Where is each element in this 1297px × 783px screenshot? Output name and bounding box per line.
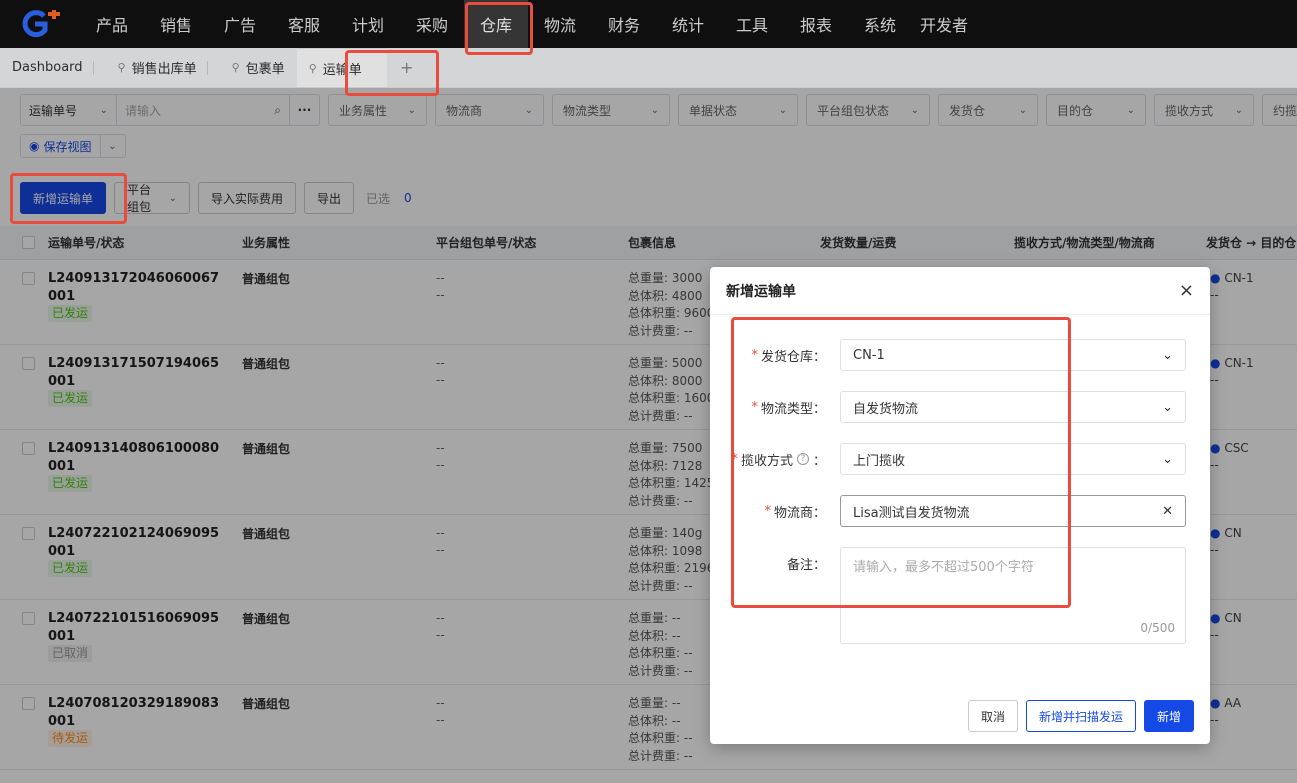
highlight-add-button <box>10 173 127 224</box>
cancel-button[interactable]: 取消 <box>968 700 1018 732</box>
close-icon[interactable]: × <box>1179 280 1194 301</box>
highlight-form-fields <box>731 317 1071 608</box>
dialog-header: 新增运输单 × <box>710 267 1210 315</box>
clear-icon[interactable]: ✕ <box>1162 504 1173 519</box>
highlight-tab-shipment <box>345 50 439 96</box>
dialog-footer: 取消 新增并扫描发运 新增 <box>968 700 1194 732</box>
confirm-add-button[interactable]: 新增 <box>1144 700 1194 732</box>
chevron-down-icon: ⌄ <box>1162 347 1173 363</box>
mask-top <box>0 0 1297 88</box>
chevron-down-icon: ⌄ <box>1162 451 1173 467</box>
dialog-title: 新增运输单 <box>726 283 796 300</box>
chevron-down-icon: ⌄ <box>1162 399 1173 415</box>
char-counter: 0/500 <box>1140 621 1175 635</box>
highlight-nav-warehouse <box>465 2 533 55</box>
add-and-scan-button[interactable]: 新增并扫描发运 <box>1026 700 1136 732</box>
